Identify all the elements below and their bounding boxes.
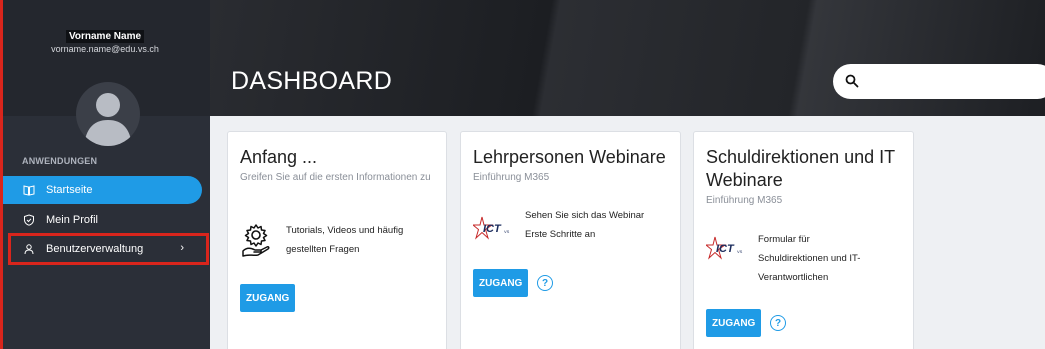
sidebar: Vorname Name vorname.name@edu.vs.ch ANWE… — [0, 0, 210, 349]
help-icon[interactable]: ? — [537, 275, 553, 291]
header-banner: DASHBOARD — [210, 0, 1045, 116]
card-subtitle: Einführung M365 — [473, 172, 550, 183]
ict-logo-mark: ICT VS — [473, 216, 510, 240]
card-title: Lehrpersonen Webinare — [473, 147, 666, 167]
ict-logo: ICT VS — [473, 216, 513, 240]
card-title: Anfang ... — [240, 147, 318, 167]
card-title-line: Webinare — [706, 170, 783, 190]
main-content: Anfang ... Greifen Sie auf die ersten In… — [210, 116, 1045, 349]
svg-text:ICT: ICT — [716, 243, 735, 255]
ict-logo-mark: ICT VS — [706, 236, 743, 260]
card-subtitle: Einführung M365 — [706, 195, 783, 206]
card-feature: ICT VS Sehen Sie sich das Webinar Erste … — [473, 206, 644, 244]
highlight-left-edge — [0, 0, 3, 349]
search-box[interactable] — [833, 64, 1045, 99]
highlight-box — [8, 233, 209, 265]
svg-text:VS: VS — [504, 229, 510, 234]
card-title: Schuldirektionen und IT Webinare — [706, 146, 895, 192]
card-feature: Tutorials, Videos und häufig gestellten … — [240, 221, 403, 259]
feature-line: Schuldirektionen und IT- — [758, 253, 861, 264]
feature-text: Formular für Schuldirektionen und IT- Ve… — [758, 230, 860, 287]
book-icon — [23, 184, 35, 196]
zugang-button[interactable]: ZUGANG — [240, 284, 296, 312]
feature-text: Tutorials, Videos und häufig gestellten … — [286, 221, 403, 259]
card-title-line: Schuldirektionen und IT — [706, 147, 896, 167]
zugang-button[interactable]: ZUGANG — [473, 269, 529, 297]
card-anfang: Anfang ... Greifen Sie auf die ersten In… — [227, 131, 447, 349]
shield-check-icon — [23, 214, 35, 226]
card-subtitle: Greifen Sie auf die ersten Informationen… — [240, 172, 431, 183]
feature-text: Sehen Sie sich das Webinar Erste Schritt… — [525, 206, 644, 244]
feature-line: Verantwortlichen — [758, 272, 829, 283]
svg-text:ICT: ICT — [483, 223, 502, 235]
feature-line: Formular für — [758, 234, 810, 245]
svg-text:VS: VS — [737, 249, 743, 254]
search-icon[interactable] — [845, 74, 859, 88]
user-name: Vorname Name — [0, 30, 210, 43]
zugang-button[interactable]: ZUGANG — [706, 309, 762, 337]
ict-logo: ICT VS — [706, 236, 746, 260]
sidebar-item-mein-profil[interactable]: Mein Profil — [8, 206, 202, 234]
user-email: vorname.name@edu.vs.ch — [51, 44, 159, 54]
feature-line: Erste Schritte an — [525, 229, 596, 240]
avatar[interactable] — [76, 82, 140, 146]
feature-line: Sehen Sie sich das Webinar — [525, 210, 645, 221]
sidebar-item-label: Startseite — [46, 184, 93, 196]
card-lehrpersonen-webinare: Lehrpersonen Webinare Einführung M365 IC… — [460, 131, 681, 349]
sidebar-item-startseite[interactable]: Startseite — [3, 176, 202, 204]
help-icon[interactable]: ? — [770, 315, 786, 331]
page-title: DASHBOARD — [231, 67, 393, 95]
sidebar-item-label: Mein Profil — [46, 214, 98, 226]
avatar-placeholder-icon — [84, 93, 132, 146]
user-name-text: Vorname Name — [65, 30, 145, 43]
gear-hand-icon — [242, 224, 270, 257]
feature-line: gestellten Fragen — [286, 244, 360, 255]
feature-line: Tutorials, Videos und häufig — [286, 225, 404, 236]
card-feature: ICT VS Formular für Schuldirektionen und… — [706, 230, 860, 287]
sidebar-section-title: ANWENDUNGEN — [22, 156, 98, 166]
card-schuldirektionen-webinare: Schuldirektionen und IT Webinare Einführ… — [693, 131, 914, 349]
search-input[interactable] — [869, 72, 1039, 92]
